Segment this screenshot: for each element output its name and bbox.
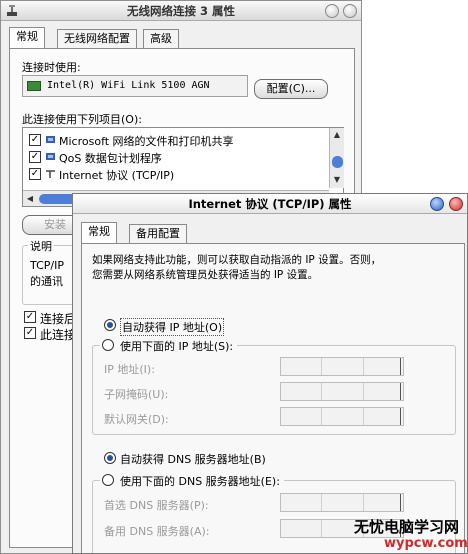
scroll-left-icon[interactable]: ◀ xyxy=(23,193,37,205)
description-line: TCP/IP xyxy=(30,259,64,272)
watermark-url: wypcw.com xyxy=(384,536,468,551)
ip-address-input[interactable] xyxy=(280,357,404,376)
ip-manual-option[interactable]: 使用下面的 IP 地址(S): xyxy=(100,339,238,355)
ip-auto-radio[interactable] xyxy=(104,319,116,331)
qos-icon xyxy=(46,153,55,160)
scroll-thumb[interactable] xyxy=(332,156,343,168)
window-title: Internet 协议 (TCP/IP) 属性 xyxy=(188,197,352,211)
close-button[interactable] xyxy=(343,4,357,18)
window-title: 无线网络连接 3 属性 xyxy=(126,4,235,18)
watermark-title: 无忧电脑学习网 xyxy=(354,518,460,536)
show-icon-checkbox[interactable]: ✓ xyxy=(24,311,36,323)
tab-general[interactable]: 常规 xyxy=(81,222,117,243)
default-gateway-label: 默认网关(D): xyxy=(104,413,169,426)
configure-button[interactable]: 配置(C)... xyxy=(254,79,328,99)
tab-alternate-config[interactable]: 备用配置 xyxy=(129,224,187,243)
dns-manual-radio[interactable] xyxy=(102,474,114,486)
info-line: 您需要从网络系统管理员处获得适当的 IP 设置。 xyxy=(92,269,319,281)
subnet-mask-input[interactable] xyxy=(280,382,404,401)
scroll-down-icon[interactable]: ▼ xyxy=(330,174,344,186)
tab-wireless-config[interactable]: 无线网络配置 xyxy=(57,29,137,48)
title-bar[interactable]: 无线网络连接 3 属性 xyxy=(1,1,361,21)
connect-using-label: 连接时使用: xyxy=(22,61,81,74)
tab-strip: 常规 备用配置 xyxy=(81,222,281,244)
dns-auto-label: 自动获得 DNS 服务器地址(B) xyxy=(120,453,266,466)
item-checkbox[interactable]: ✓ xyxy=(29,168,41,180)
adapter-icon xyxy=(27,81,41,91)
minimize-button[interactable] xyxy=(325,4,339,18)
ip-address-label: IP 地址(I): xyxy=(104,363,155,376)
item-checkbox[interactable]: ✓ xyxy=(29,134,41,146)
file-printer-sharing-icon xyxy=(46,136,55,143)
help-button[interactable] xyxy=(430,197,444,211)
tab-strip: 常规 无线网络配置 高级 xyxy=(9,27,309,49)
tcpip-properties-window: Internet 协议 (TCP/IP) 属性 常规 备用配置 如果网络支持此功… xyxy=(72,193,468,554)
info-line: 如果网络支持此功能，则可以获取自动指派的 IP 设置。否则， xyxy=(92,254,382,266)
dns-manual-option[interactable]: 使用下面的 DNS 服务器地址(E): xyxy=(100,474,284,490)
network-icon xyxy=(5,4,19,18)
subnet-mask-label: 子网掩码(U): xyxy=(104,388,169,401)
ip-auto-label: 自动获得 IP 地址(O) xyxy=(120,318,225,336)
close-button[interactable] xyxy=(449,197,463,211)
item-label: QoS 数据包计划程序 xyxy=(59,152,162,165)
tab-general[interactable]: 常规 xyxy=(9,27,45,48)
default-gateway-input[interactable] xyxy=(280,407,404,426)
notify-label: 此连接 xyxy=(40,328,77,342)
description-line: 的通讯 xyxy=(30,275,63,288)
notify-checkbox[interactable]: ✓ xyxy=(24,327,36,339)
general-tab-panel: 如果网络支持此功能，则可以获取自动指派的 IP 设置。否则， 您需要从网络系统管… xyxy=(81,243,465,553)
tab-advanced[interactable]: 高级 xyxy=(143,29,179,48)
item-checkbox[interactable]: ✓ xyxy=(29,151,41,163)
adapter-name: Intel(R) WiFi Link 5100 AGN xyxy=(47,80,210,91)
item-label: Internet 协议 (TCP/IP) xyxy=(59,169,175,182)
ip-manual-radio[interactable] xyxy=(102,339,114,351)
item-label: Microsoft 网络的文件和打印机共享 xyxy=(59,135,234,148)
items-label: 此连接使用下列项目(O): xyxy=(22,113,142,126)
adapter-box: Intel(R) WiFi Link 5100 AGN xyxy=(22,75,248,97)
ip-manual-label: 使用下面的 IP 地址(S): xyxy=(120,340,234,353)
scroll-up-icon[interactable]: ▲ xyxy=(330,129,344,141)
preferred-dns-label: 首选 DNS 服务器(P): xyxy=(104,499,209,512)
vertical-scrollbar[interactable]: ▲ ▼ xyxy=(329,128,344,188)
preferred-dns-input[interactable] xyxy=(280,493,404,512)
title-bar[interactable]: Internet 协议 (TCP/IP) 属性 xyxy=(73,194,467,214)
description-label: 说明 xyxy=(28,238,54,254)
dns-manual-label: 使用下面的 DNS 服务器地址(E): xyxy=(120,475,280,488)
alternate-dns-label: 备用 DNS 服务器(A): xyxy=(104,525,210,538)
show-icon-label: 连接后 xyxy=(40,312,77,326)
protocol-icon xyxy=(46,170,55,178)
dns-auto-radio[interactable] xyxy=(104,452,116,464)
